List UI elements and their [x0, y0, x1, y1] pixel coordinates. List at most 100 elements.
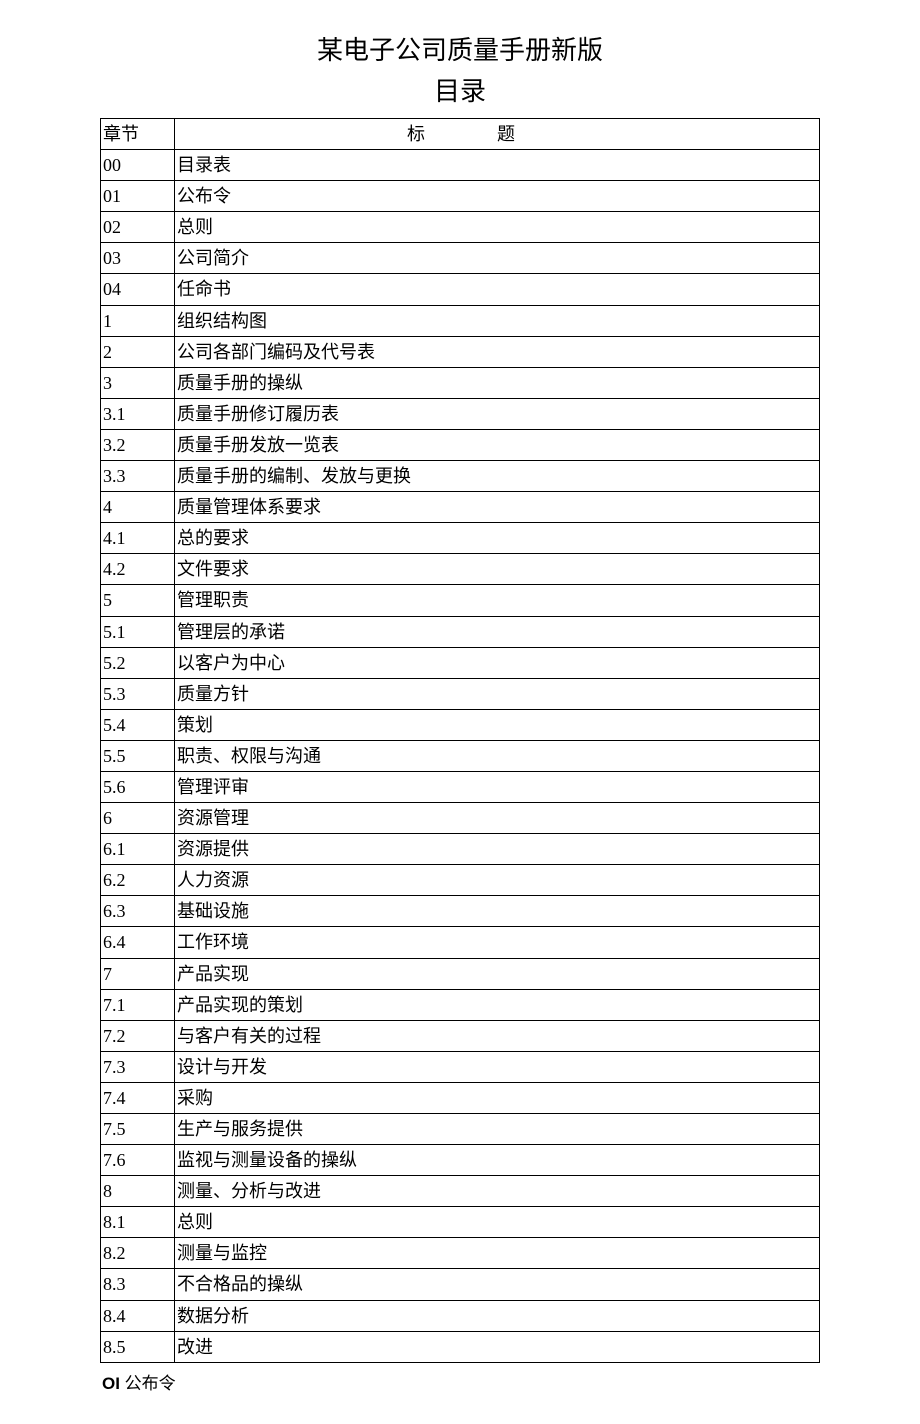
cell-title: 产品实现	[175, 958, 820, 989]
table-row: 5.5职责、权限与沟通	[101, 740, 820, 771]
cell-title: 策划	[175, 709, 820, 740]
cell-title: 公布令	[175, 181, 820, 212]
cell-title: 质量方针	[175, 678, 820, 709]
table-row: 7.3设计与开发	[101, 1051, 820, 1082]
cell-chapter: 6.2	[101, 865, 175, 896]
table-row: 5.4策划	[101, 709, 820, 740]
table-row: 5.1管理层的承诺	[101, 616, 820, 647]
table-row: 02总则	[101, 212, 820, 243]
cell-title: 设计与开发	[175, 1051, 820, 1082]
cell-title: 测量、分析与改进	[175, 1176, 820, 1207]
table-row: 7产品实现	[101, 958, 820, 989]
table-row: 8.4数据分析	[101, 1300, 820, 1331]
cell-title: 生产与服务提供	[175, 1114, 820, 1145]
cell-title: 基础设施	[175, 896, 820, 927]
cell-chapter: 4.2	[101, 554, 175, 585]
table-row: 4.1总的要求	[101, 523, 820, 554]
cell-chapter: 5.2	[101, 647, 175, 678]
cell-chapter: 3.3	[101, 461, 175, 492]
table-row: 6.4工作环境	[101, 927, 820, 958]
table-row: 5.6管理评审	[101, 771, 820, 802]
footer-bold: OI	[102, 1374, 120, 1393]
cell-chapter: 6	[101, 803, 175, 834]
cell-title: 人力资源	[175, 865, 820, 896]
cell-title: 资源提供	[175, 834, 820, 865]
cell-title: 管理职责	[175, 585, 820, 616]
table-row: 8.3不合格品的操纵	[101, 1269, 820, 1300]
table-row: 00目录表	[101, 150, 820, 181]
cell-chapter: 5	[101, 585, 175, 616]
cell-title: 与客户有关的过程	[175, 1020, 820, 1051]
cell-title: 工作环境	[175, 927, 820, 958]
cell-chapter: 3.1	[101, 398, 175, 429]
cell-title: 监视与测量设备的操纵	[175, 1145, 820, 1176]
cell-title: 文件要求	[175, 554, 820, 585]
table-row: 1组织结构图	[101, 305, 820, 336]
table-row: 2公司各部门编码及代号表	[101, 336, 820, 367]
cell-chapter: 4	[101, 492, 175, 523]
cell-chapter: 7.5	[101, 1114, 175, 1145]
cell-chapter: 8.4	[101, 1300, 175, 1331]
table-row: 04任命书	[101, 274, 820, 305]
table-row: 6资源管理	[101, 803, 820, 834]
cell-title: 改进	[175, 1331, 820, 1362]
cell-chapter: 7.6	[101, 1145, 175, 1176]
cell-chapter: 2	[101, 336, 175, 367]
cell-title: 质量手册发放一览表	[175, 429, 820, 460]
cell-title: 总的要求	[175, 523, 820, 554]
cell-title: 产品实现的策划	[175, 989, 820, 1020]
footer-rest: 公布令	[120, 1374, 176, 1393]
table-row: 7.6监视与测量设备的操纵	[101, 1145, 820, 1176]
cell-chapter: 6.1	[101, 834, 175, 865]
table-row: 8.2测量与监控	[101, 1238, 820, 1269]
cell-title: 质量手册修订履历表	[175, 398, 820, 429]
cell-title: 目录表	[175, 150, 820, 181]
cell-chapter: 6.3	[101, 896, 175, 927]
table-row: 7.5生产与服务提供	[101, 1114, 820, 1145]
table-row: 3质量手册的操纵	[101, 367, 820, 398]
header-title: 标题	[175, 119, 820, 150]
table-row: 01公布令	[101, 181, 820, 212]
cell-chapter: 4.1	[101, 523, 175, 554]
cell-chapter: 7.2	[101, 1020, 175, 1051]
cell-chapter: 5.4	[101, 709, 175, 740]
table-row: 3.2质量手册发放一览表	[101, 429, 820, 460]
cell-chapter: 01	[101, 181, 175, 212]
cell-title: 数据分析	[175, 1300, 820, 1331]
cell-title: 质量手册的操纵	[175, 367, 820, 398]
cell-chapter: 03	[101, 243, 175, 274]
header-chapter: 章节	[101, 119, 175, 150]
table-row: 5.3质量方针	[101, 678, 820, 709]
document-sub-title: 目录	[100, 71, 820, 108]
cell-title: 质量管理体系要求	[175, 492, 820, 523]
table-row: 3.3质量手册的编制、发放与更换	[101, 461, 820, 492]
table-row: 5.2以客户为中心	[101, 647, 820, 678]
cell-chapter: 5.3	[101, 678, 175, 709]
toc-table: 章节 标题 00目录表01公布令02总则03公司简介04任命书1组织结构图2公司…	[100, 118, 820, 1363]
cell-title: 管理层的承诺	[175, 616, 820, 647]
cell-title: 公司各部门编码及代号表	[175, 336, 820, 367]
cell-chapter: 8	[101, 1176, 175, 1207]
cell-chapter: 3.2	[101, 429, 175, 460]
cell-title: 资源管理	[175, 803, 820, 834]
table-row: 7.1产品实现的策划	[101, 989, 820, 1020]
table-row: 7.4采购	[101, 1082, 820, 1113]
cell-chapter: 8.2	[101, 1238, 175, 1269]
table-row: 3.1质量手册修订履历表	[101, 398, 820, 429]
cell-title: 不合格品的操纵	[175, 1269, 820, 1300]
table-row: 6.2人力资源	[101, 865, 820, 896]
cell-chapter: 7.4	[101, 1082, 175, 1113]
table-row: 8.5改进	[101, 1331, 820, 1362]
cell-chapter: 7	[101, 958, 175, 989]
table-row: 03公司简介	[101, 243, 820, 274]
table-row: 7.2与客户有关的过程	[101, 1020, 820, 1051]
cell-title: 以客户为中心	[175, 647, 820, 678]
cell-chapter: 3	[101, 367, 175, 398]
cell-chapter: 8.1	[101, 1207, 175, 1238]
cell-chapter: 5.1	[101, 616, 175, 647]
cell-title: 测量与监控	[175, 1238, 820, 1269]
table-row: 8.1总则	[101, 1207, 820, 1238]
cell-title: 任命书	[175, 274, 820, 305]
table-row: 4.2文件要求	[101, 554, 820, 585]
table-row: 6.3基础设施	[101, 896, 820, 927]
